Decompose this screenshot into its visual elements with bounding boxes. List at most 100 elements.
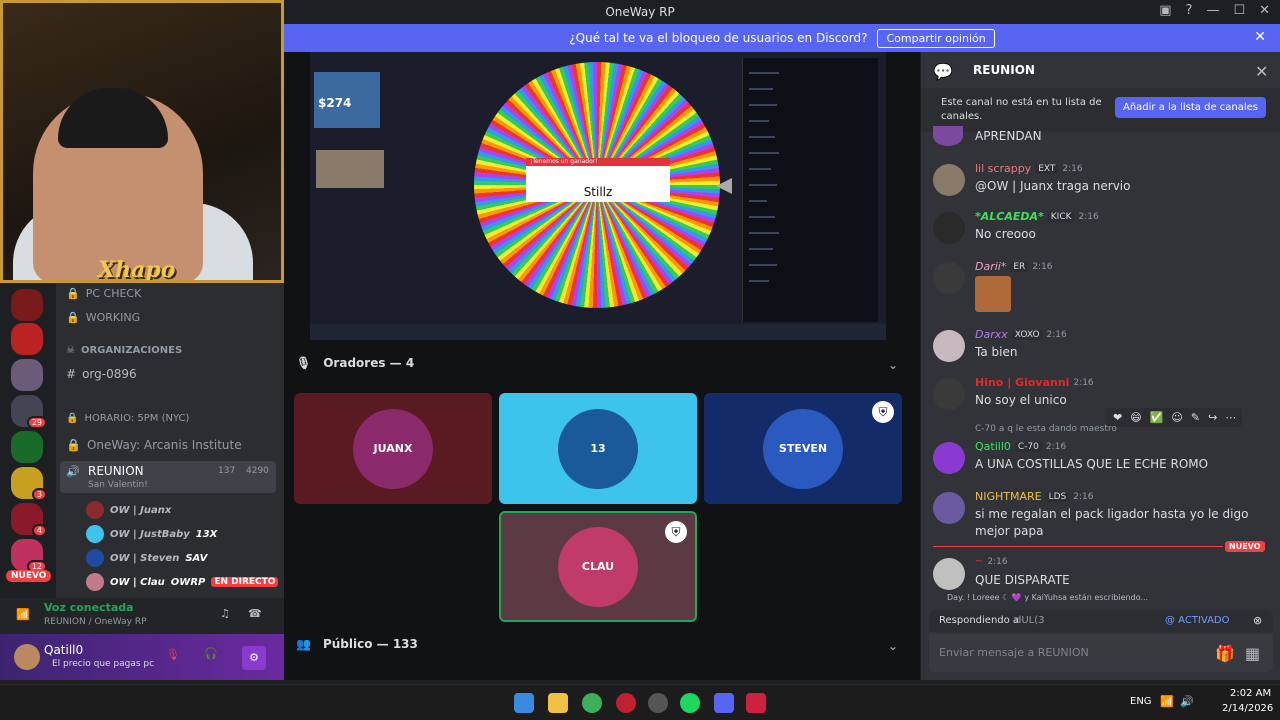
- server-icon[interactable]: [11, 289, 43, 321]
- message-input[interactable]: Enviar mensaje a REUNION 🎁 ▦: [929, 634, 1273, 672]
- clock-date[interactable]: 2/14/2026: [1222, 703, 1273, 714]
- share-feedback-button[interactable]: Compartir opinión: [877, 28, 995, 48]
- voice-channel-reunion[interactable]: 🔊 REUNION San Valentin! 137 4290: [60, 461, 276, 493]
- server-icon[interactable]: 12: [11, 539, 47, 573]
- lock-icon: 🔒: [66, 287, 80, 300]
- avatar: [933, 212, 965, 244]
- server-icon[interactable]: [11, 431, 43, 463]
- server-icon[interactable]: 3: [11, 467, 47, 501]
- justbaby-logo: 13: [558, 408, 638, 489]
- speaker-tile[interactable]: JUANX: [294, 393, 492, 504]
- voice-user[interactable]: OW | Clau OWRP EN DIRECTO: [86, 573, 279, 591]
- spotify-icon[interactable]: [680, 693, 700, 713]
- check-reaction-icon[interactable]: ✅: [1150, 411, 1164, 424]
- new-messages-badge: NUEVO: [1225, 541, 1265, 552]
- settings-gear-icon[interactable]: ⚙: [242, 646, 266, 670]
- discord-icon[interactable]: [714, 693, 734, 713]
- avatar: [933, 262, 965, 294]
- voice-status-panel: 📶 Voz conectada REUNION / OneWay RP ♫ ☎: [0, 598, 284, 634]
- gif-image[interactable]: [975, 276, 1011, 312]
- clock-time[interactable]: 2:02 AM: [1230, 688, 1271, 699]
- server-icon[interactable]: 4: [11, 503, 47, 537]
- inbox-icon[interactable]: ▣: [1159, 3, 1171, 18]
- window-title: OneWay RP: [605, 5, 675, 19]
- app-icon[interactable]: [746, 693, 766, 713]
- soundboard-icon[interactable]: ♫: [220, 607, 230, 620]
- minimize-icon[interactable]: —: [1206, 3, 1219, 18]
- server-icon[interactable]: 29: [11, 395, 47, 429]
- mention-toggle[interactable]: @ ACTIVADO: [1165, 615, 1230, 626]
- disconnect-icon[interactable]: ☎: [248, 607, 262, 620]
- file-explorer-icon[interactable]: [548, 693, 568, 713]
- maximize-icon[interactable]: ☐: [1233, 3, 1245, 18]
- new-servers-badge[interactable]: NUEVO: [6, 570, 52, 582]
- apps-icon[interactable]: ▦: [1245, 644, 1260, 663]
- category-organizaciones[interactable]: ☠ ORGANIZACIONES: [66, 345, 182, 356]
- chevron-down-icon[interactable]: ⌄: [888, 639, 898, 653]
- voice-user[interactable]: OW | Juanx: [86, 501, 171, 519]
- emoji-reaction-icon[interactable]: 😄: [1130, 411, 1141, 424]
- volume-icon[interactable]: 🔊: [1180, 695, 1194, 708]
- new-messages-divider: [933, 546, 1223, 547]
- server-icon[interactable]: [11, 323, 43, 355]
- channel-horario[interactable]: 🔒 HORARIO: 5PM (NYC): [66, 413, 189, 424]
- server-icon[interactable]: [11, 359, 43, 391]
- avatar: [933, 442, 965, 474]
- channel-notice: Este canal no está en tu lista de canale…: [921, 88, 1280, 132]
- close-chat-icon[interactable]: ✕: [1255, 62, 1268, 81]
- start-icon[interactable]: [514, 693, 534, 713]
- wifi-icon[interactable]: 📶: [1160, 695, 1174, 708]
- app-icon[interactable]: [616, 693, 636, 713]
- speaker-tile[interactable]: CLAU ⛨: [499, 511, 697, 622]
- headphones-icon[interactable]: 🎧: [204, 647, 218, 660]
- feedback-banner: ¿Qué tal te va el bloqueo de usuarios en…: [284, 24, 1280, 52]
- mic-muted-icon[interactable]: 🎙: [166, 648, 180, 661]
- chevron-down-icon[interactable]: ⌄: [888, 358, 898, 372]
- heart-reaction-icon[interactable]: ❤: [1113, 411, 1122, 424]
- people-icon: 👥: [296, 637, 311, 651]
- typing-indicator: Day. ! Loreee ☾ 💜 y KaiYuhsa están escri…: [947, 593, 1149, 602]
- channel-working[interactable]: 🔒 WORKING: [66, 311, 140, 324]
- close-icon[interactable]: ✕: [1259, 3, 1270, 18]
- channel-org[interactable]: # org-0896: [66, 367, 137, 381]
- avatar: [933, 330, 965, 362]
- speaker-tile[interactable]: STEVEN ⛨: [704, 393, 902, 504]
- reply-bar: Respondiendo a dUL(3 @ ACTIVADO ⊗: [929, 610, 1273, 632]
- voice-count-2: 4290: [246, 466, 269, 476]
- unread-badge: 4: [31, 524, 47, 537]
- more-options-icon[interactable]: ⋯: [1225, 411, 1236, 424]
- voice-user[interactable]: OW | Steven SAV: [86, 549, 207, 567]
- windows-taskbar: ENG 📶 🔊 2:02 AM 2/14/2026: [0, 684, 1280, 720]
- audience-header[interactable]: 👥 Público — 133: [296, 637, 418, 651]
- reply-icon[interactable]: ↪: [1208, 411, 1217, 424]
- avatar: [933, 492, 965, 524]
- help-icon[interactable]: ?: [1186, 3, 1193, 18]
- stream-thumbnail: $274: [314, 72, 380, 128]
- unread-badge: 29: [26, 416, 47, 429]
- app-icon[interactable]: [648, 693, 668, 713]
- hash-icon: #: [66, 367, 77, 381]
- add-reaction-icon[interactable]: ☺: [1171, 411, 1182, 424]
- voice-user[interactable]: OW | JustBaby 13X: [86, 525, 217, 543]
- cancel-reply-icon[interactable]: ⊗: [1253, 614, 1262, 627]
- channel-institute[interactable]: 🔒 OneWay: Arcanis Institute: [66, 438, 242, 452]
- add-channel-button[interactable]: Añadir a la lista de canales: [1115, 97, 1267, 118]
- chrome-icon[interactable]: [582, 693, 602, 713]
- avatar: [933, 378, 965, 410]
- close-banner-icon[interactable]: ✕: [1254, 29, 1266, 45]
- language-indicator[interactable]: ENG: [1130, 696, 1152, 707]
- webcam-overlay: Xhapo: [0, 0, 284, 283]
- avatar: [86, 501, 104, 519]
- speakers-header[interactable]: 🎙 Oradores — 4: [296, 356, 414, 370]
- voice-chat-panel: 💬 REUNION ✕ Este canal no está en tu lis…: [920, 52, 1280, 680]
- channel-pc-check[interactable]: 🔒 PC CHECK: [66, 287, 141, 300]
- avatar: [86, 573, 104, 591]
- edit-icon[interactable]: ✎: [1191, 411, 1200, 424]
- reply-preview[interactable]: C-70 a q le esta dando maestro: [975, 424, 1117, 434]
- speaker-tile[interactable]: 13: [499, 393, 697, 504]
- avatar[interactable]: [14, 644, 40, 670]
- gift-icon[interactable]: 🎁: [1215, 644, 1235, 663]
- avatar: [933, 164, 965, 196]
- juanx-logo: JUANX: [353, 408, 433, 489]
- chat-channel-name: REUNION: [973, 63, 1035, 77]
